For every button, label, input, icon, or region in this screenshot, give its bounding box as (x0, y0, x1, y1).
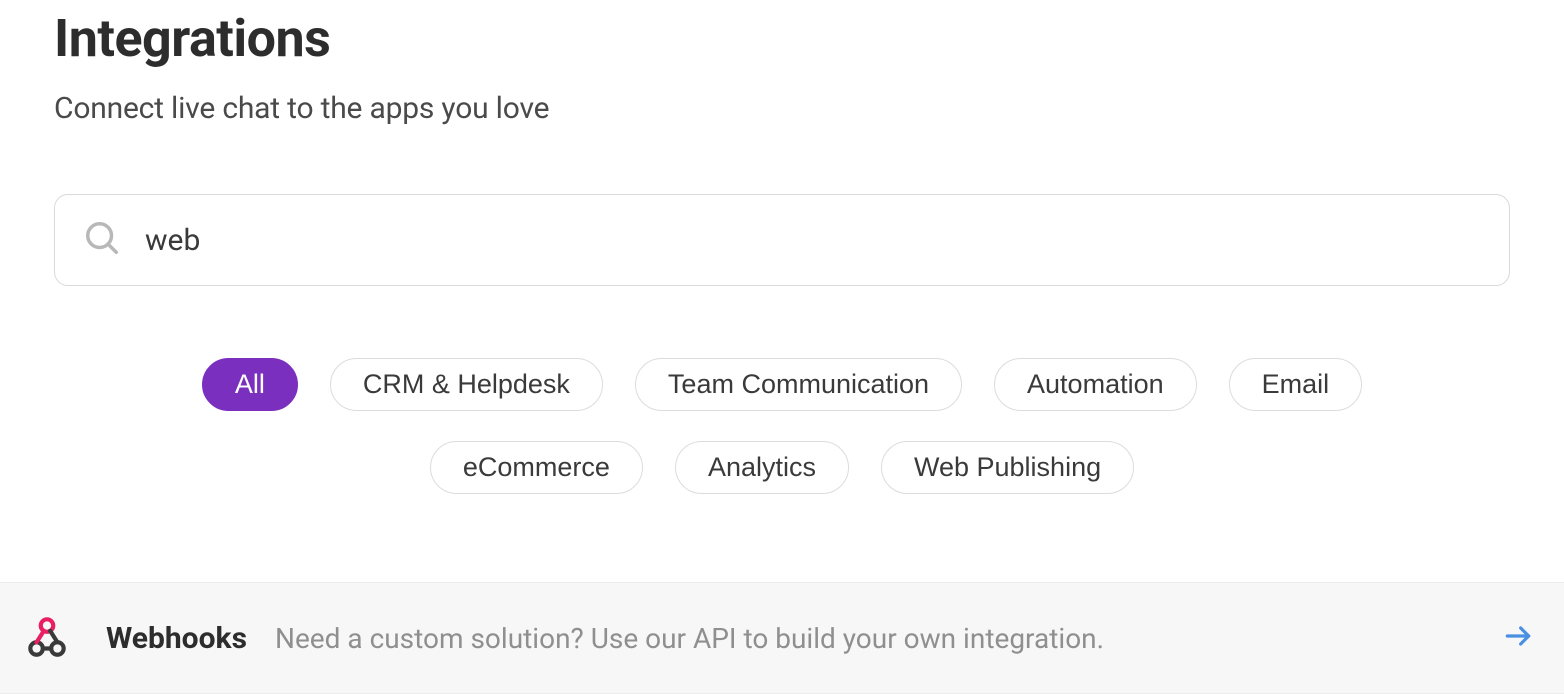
filter-chip-all[interactable]: All (202, 358, 298, 411)
filter-chip-web-publishing[interactable]: Web Publishing (881, 441, 1134, 494)
webhooks-description: Need a custom solution? Use our API to b… (275, 622, 1482, 655)
filter-chip-row: All CRM & Helpdesk Team Communication Au… (54, 358, 1510, 494)
search-input[interactable] (145, 223, 1481, 258)
filter-chip-email[interactable]: Email (1229, 358, 1363, 411)
search-icon (83, 219, 121, 261)
arrow-right-icon (1502, 620, 1534, 656)
page-subtitle: Connect live chat to the apps you love (54, 91, 1510, 126)
filter-chip-team-communication[interactable]: Team Communication (635, 358, 962, 411)
page-title: Integrations (54, 0, 1510, 69)
webhooks-icon (22, 611, 72, 665)
filter-chip-analytics[interactable]: Analytics (675, 441, 849, 494)
filter-chip-automation[interactable]: Automation (994, 358, 1197, 411)
filter-chip-crm-helpdesk[interactable]: CRM & Helpdesk (330, 358, 603, 411)
search-box[interactable] (54, 194, 1510, 286)
filter-chip-ecommerce[interactable]: eCommerce (430, 441, 643, 494)
webhooks-banner[interactable]: Webhooks Need a custom solution? Use our… (0, 582, 1564, 694)
webhooks-title: Webhooks (106, 621, 247, 656)
